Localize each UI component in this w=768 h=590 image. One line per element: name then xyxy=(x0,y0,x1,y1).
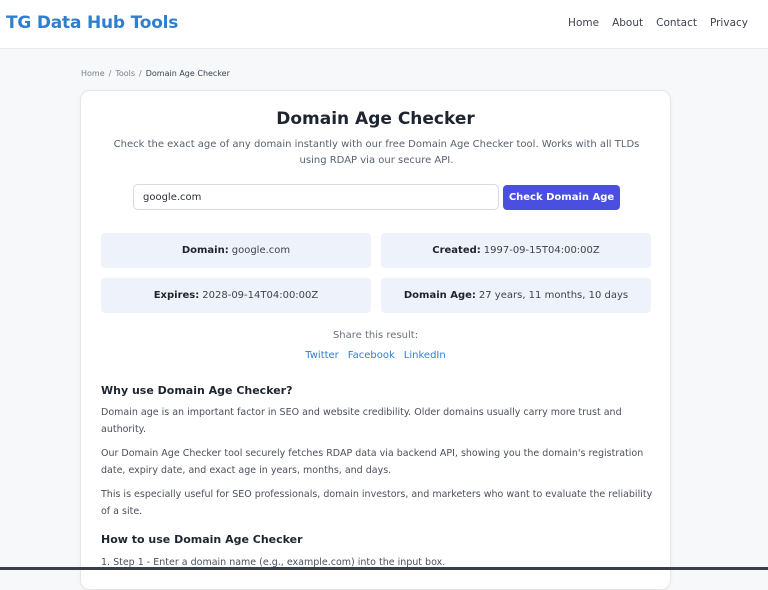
result-domain-label: Domain: xyxy=(181,245,229,256)
nav-about[interactable]: About xyxy=(612,17,643,29)
main-nav: Home About Contact Privacy xyxy=(568,17,748,29)
why-heading: Why use Domain Age Checker? xyxy=(101,384,293,397)
why-paragraph-3: This is especially useful for SEO profes… xyxy=(101,489,653,517)
nav-contact[interactable]: Contact xyxy=(656,17,697,29)
share-linkedin-link[interactable]: LinkedIn xyxy=(404,350,446,361)
result-created-value: 1997-09-15T04:00:00Z xyxy=(483,245,600,256)
tool-card: Domain Age Checker Check the exact age o… xyxy=(80,90,671,590)
domain-input[interactable] xyxy=(133,184,499,210)
result-expires-label: Expires: xyxy=(153,290,200,301)
top-navbar: TG Data Hub Tools Home About Contact Pri… xyxy=(0,0,768,49)
breadcrumb: Home / Tools / Domain Age Checker xyxy=(81,69,230,78)
share-links: Twitter Facebook LinkedIn xyxy=(81,350,670,361)
result-created: Created: 1997-09-15T04:00:00Z xyxy=(381,233,651,268)
check-domain-age-button[interactable]: Check Domain Age xyxy=(503,185,620,210)
how-heading: How to use Domain Age Checker xyxy=(101,533,303,546)
why-paragraph-1: Domain age is an important factor in SEO… xyxy=(101,407,622,435)
breadcrumb-separator: / xyxy=(108,69,112,78)
nav-privacy[interactable]: Privacy xyxy=(710,17,748,29)
tool-intro: Check the exact age of any domain instan… xyxy=(113,139,640,166)
breadcrumb-tools[interactable]: Tools xyxy=(115,69,135,78)
result-created-label: Created: xyxy=(432,245,481,256)
result-expires: Expires: 2028-09-14T04:00:00Z xyxy=(101,278,371,313)
result-age-value: 27 years, 11 months, 10 days xyxy=(478,290,629,301)
share-label: Share this result: xyxy=(332,330,419,341)
result-expires-value: 2028-09-14T04:00:00Z xyxy=(202,290,319,301)
page-title: Domain Age Checker xyxy=(276,109,475,129)
breadcrumb-current: Domain Age Checker xyxy=(145,69,230,78)
result-age-label: Domain Age: xyxy=(403,290,476,301)
result-domain: Domain: google.com xyxy=(101,233,371,268)
breadcrumb-separator: / xyxy=(139,69,142,78)
why-paragraph-2: Our Domain Age Checker tool securely fet… xyxy=(101,448,644,476)
nav-home[interactable]: Home xyxy=(568,17,599,29)
breadcrumb-home[interactable]: Home xyxy=(81,69,105,78)
share-twitter-link[interactable]: Twitter xyxy=(305,350,339,361)
result-domain-age: Domain Age: 27 years, 11 months, 10 days xyxy=(381,278,651,313)
result-domain-value: google.com xyxy=(231,245,291,256)
share-facebook-link[interactable]: Facebook xyxy=(348,350,395,361)
brand-logo[interactable]: TG Data Hub Tools xyxy=(6,13,178,33)
